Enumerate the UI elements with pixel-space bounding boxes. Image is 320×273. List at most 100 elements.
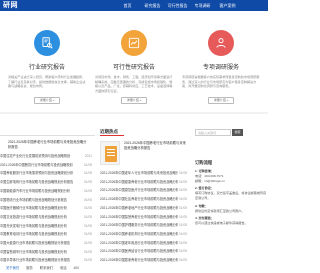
search-button[interactable]: 搜索 [232,128,243,136]
list-item[interactable]: 中国住宅产业化行业发展前景预测与投资战略规划 2021 [0,152,95,161]
list-item[interactable]: 2021-2026年中国健康养老行业市场前瞻与投资战略分析 01/05 [100,178,190,187]
service-title: 专项调研服务 [202,65,239,71]
list-item[interactable]: 2021-2026年中国社区养老行业市场前瞻与投资战略分析 01/05 [100,195,190,204]
list-item-date: 01/05 [179,223,187,228]
list-item[interactable]: 2021-2026年中国康复医疗行业市场前瞻与投资战略分析 01/05 [100,186,190,195]
list-item[interactable]: 2021-2026年中国餐饮行业市场前瞻与投资战略规划 01/05 [0,161,95,170]
list-item[interactable]: 中国养老服务行业市场需求预测与投资战略规划分析 01/05 [0,169,95,178]
hot-feature[interactable]: 2021-2026年中国养老行业市场前瞻与未来投资战略分析报告 [100,141,190,165]
list-item-date: 01/05 [84,223,92,228]
list-item-title[interactable]: 2021-2026年中国康复医疗行业市场前瞻与投资战略分析 [100,186,178,195]
list-item[interactable]: 中国医疗器械行业市场前瞻与投资战略规划分析 01/05 [0,204,95,213]
nav-special-survey[interactable]: 专项调研 [190,0,215,11]
list-item-date: 01/05 [84,206,92,211]
service-feasibility-research: 可行性研究报告 对项目市场、技术、财务、工程、经济和环境等方面进行精确系统、完整… [95,30,173,104]
top-header: 研网 首页 研究报告 可行性报告 专项调研 客户案例 [0,0,268,11]
list-item-date: 01/05 [179,240,187,245]
service-special-survey: 专项调研服务 专项调研是根据客户的实际需求而量身定制的市场调研服务，通过深入的行… [182,30,260,104]
service-description: 专项调研是根据客户的实际需求而量身定制的市场调研服务，通过深入的行业与市场研究为… [182,75,260,89]
list-item-title[interactable]: 中国物流行业市场前瞻与投资战略规划分析报告 [0,196,80,205]
survey-icon [208,30,234,56]
list-item-date: 01/05 [179,171,187,175]
list-item[interactable]: 中国大健康行业市场前瞻与投资战略规划分析报告 01/05 [0,239,95,248]
hot-feature-title[interactable]: 2021-2026年中国养老行业市场前瞻与未来投资战略分析报告 [120,141,188,165]
footer-link-service[interactable]: 服务 [26,265,33,270]
list-item[interactable]: 中国光伏发电行业市场前瞻与投资战略规划分析 01/05 [0,222,95,231]
footer-link-contact[interactable]: 联系我们 [40,265,53,270]
site-logo[interactable]: 研网 [3,1,18,10]
service-title: 可行性研究报告 [112,65,155,71]
sidebar-right: 请输入关键词 搜索 订购流程 1. 订购咨询： 电话：400-068-7071 邮箱… [195,128,268,229]
hot-report-list: 2021-2026年中国老年人行业市场前瞻与未来投资战略分析 01/05 2021-… [100,169,190,265]
search-input[interactable]: 请输入关键词 [195,128,231,136]
list-item-date: 01/05 [179,214,187,219]
nav-feasibility-reports[interactable]: 可行性报告 [165,0,190,11]
list-item-title[interactable]: 2021-2026年中国智慧养老行业市场前瞻与投资战略分析 [100,213,178,222]
nav-home[interactable]: 首页 [115,0,140,11]
list-item[interactable]: 中国智慧城市行业市场前瞻与投资战略规划分析 01/05 [0,248,95,257]
list-item-date: 01/05 [84,188,92,193]
list-item-date: 01/05 [179,197,187,202]
footer-link-phone[interactable]: 电话 [60,265,67,270]
list-item-date: 01/05 [84,197,92,202]
list-item-date: 01/05 [84,241,92,246]
hot-topics-section: 近期热点 2021-2026年中国养老行业市场前瞻与未来投资战略分析报告 202… [100,128,190,265]
service-title: 行业研究报告 [28,65,65,71]
list-item-title[interactable]: 2021-2026年中国健康养老行业市场前瞻与投资战略分析 [100,178,178,187]
report-list-left: 2021-2026年中国养老行业市场前瞻与未来投资战略分析报告 中国住宅产业化行… [0,128,95,265]
list-item-title[interactable]: 2021-2026年中国医养结合行业市场前瞻与投资战略分析 [100,247,178,256]
nav-research-reports[interactable]: 研究报告 [140,0,165,11]
list-item[interactable]: 2021-2026年中国养老机构行业市场前瞻与投资战略分析 01/05 [100,230,190,239]
service-description: 对项目市场、技术、财务、工程、经济和环境等方面进行精确系统、完整无遗漏的分析，完… [95,75,173,93]
list-item-title[interactable]: 中国光伏发电行业市场前瞻与投资战略规划分析 [0,222,80,231]
service-more-button[interactable]: 详细介绍 » [207,97,235,104]
list-item-date: 01/05 [179,179,187,184]
list-item-title[interactable]: 中国生鲜电商行业市场前瞻与投资战略规划分析报告 [0,178,80,187]
list-item-date: 01/05 [84,162,92,167]
list-item-title[interactable]: 中国文化旅游行业市场前瞻与投资战略规划分析 [0,213,80,222]
list-item-title[interactable]: 中国新能源汽车行业市场前瞻与投资战略规划分析 [0,187,80,196]
list-item-title[interactable]: 2021-2026年中国养老地产行业市场前瞻与投资战略分析 [100,204,178,213]
list-item-title[interactable]: 2021-2026年中国老年人行业市场前瞻与未来投资战略分析 [100,169,178,178]
footer-phone-number: 400 [73,265,80,270]
list-item[interactable]: 中国生鲜电商行业市场前瞻与投资战略规划分析报告 01/05 [0,178,95,187]
list-item-title[interactable]: 中国教育培训行业市场前瞻与投资战略规划分析 [0,230,80,239]
list-item[interactable]: 中国新能源汽车行业市场前瞻与投资战略规划分析 01/05 [0,187,95,196]
document-search-icon [34,30,60,56]
footer-link-about[interactable]: 关于我们 [6,265,19,270]
list-item[interactable]: 2021-2026年中国智慧养老行业市场前瞻与投资战略分析 01/05 [100,213,190,222]
list-item-title[interactable]: 2021-2026年中国护理服务行业市场前瞻与投资战略分析 [100,221,178,230]
list-item[interactable]: 2021-2026年中国老年人行业市场前瞻与未来投资战略分析 01/05 [100,169,190,178]
service-more-button[interactable]: 详细介绍 » [120,97,148,104]
list-item-date: 01/05 [84,232,92,237]
list-item-title[interactable]: 中国养老服务行业市场需求预测与投资战略规划分析 [0,169,80,178]
list-item-title[interactable]: 中国住宅产业化行业发展前景预测与投资战略规划 [0,152,80,161]
order-step-text: 填写订购协议，双方签字盖章后，将协议邮寄或传真至我公司。 [195,191,267,200]
list-item-date: 01/05 [84,180,92,185]
list-item[interactable]: 2021-2026年中国养老地产行业市场前瞻与投资战略分析 01/05 [100,204,190,213]
footer-links: 关于我们 服务 联系我们 电话 400 [0,262,268,273]
nav-client-cases[interactable]: 客户案例 [215,0,240,11]
list-item-date: 01/05 [84,249,92,254]
list-item[interactable]: 中国物流行业市场前瞻与投资战略规划分析报告 01/05 [0,196,95,205]
list-item-title[interactable]: 中国大健康行业市场前瞻与投资战略规划分析报告 [0,239,80,248]
featured-report-title[interactable]: 2021-2026年中国养老行业市场前瞻与未来投资战略分析报告 [0,136,95,152]
section-divider [0,112,268,114]
list-item-title[interactable]: 2021-2026年中国社区养老行业市场前瞻与投资战略分析 [100,195,178,204]
list-item-title[interactable]: 2021-2026年中国老年用品行业市场前瞻与投资战略分析 [100,239,178,248]
report-cover-image[interactable] [100,141,120,165]
list-item[interactable]: 2021-2026年中国护理服务行业市场前瞻与投资战略分析 01/05 [100,221,190,230]
list-item[interactable]: 中国教育培训行业市场前瞻与投资战略规划分析 01/05 [0,230,95,239]
list-item-title[interactable]: 2021-2026年中国养老机构行业市场前瞻与投资战略分析 [100,230,178,239]
list-item-title[interactable]: 中国医疗器械行业市场前瞻与投资战略规划分析 [0,204,80,213]
service-more-button[interactable]: 详细介绍 » [33,97,61,104]
list-item-title[interactable]: 2021-2026年中国餐饮行业市场前瞻与投资战略规划 [0,161,80,170]
hot-topics-heading: 近期热点 [100,128,124,136]
feasibility-icon [121,30,147,56]
list-item[interactable]: 中国文化旅游行业市场前瞻与投资战略规划分析 01/05 [0,213,95,222]
list-item[interactable]: 2021-2026年中国医养结合行业市场前瞻与投资战略分析 01/05 [100,247,190,256]
list-item-date: 01/05 [179,205,187,210]
list-item-date: 01/05 [179,249,187,254]
list-item[interactable]: 2021-2026年中国老年用品行业市场前瞻与投资战略分析 01/05 [100,239,190,248]
list-item-title[interactable]: 中国智慧城市行业市场前瞻与投资战略规划分析 [0,248,80,257]
